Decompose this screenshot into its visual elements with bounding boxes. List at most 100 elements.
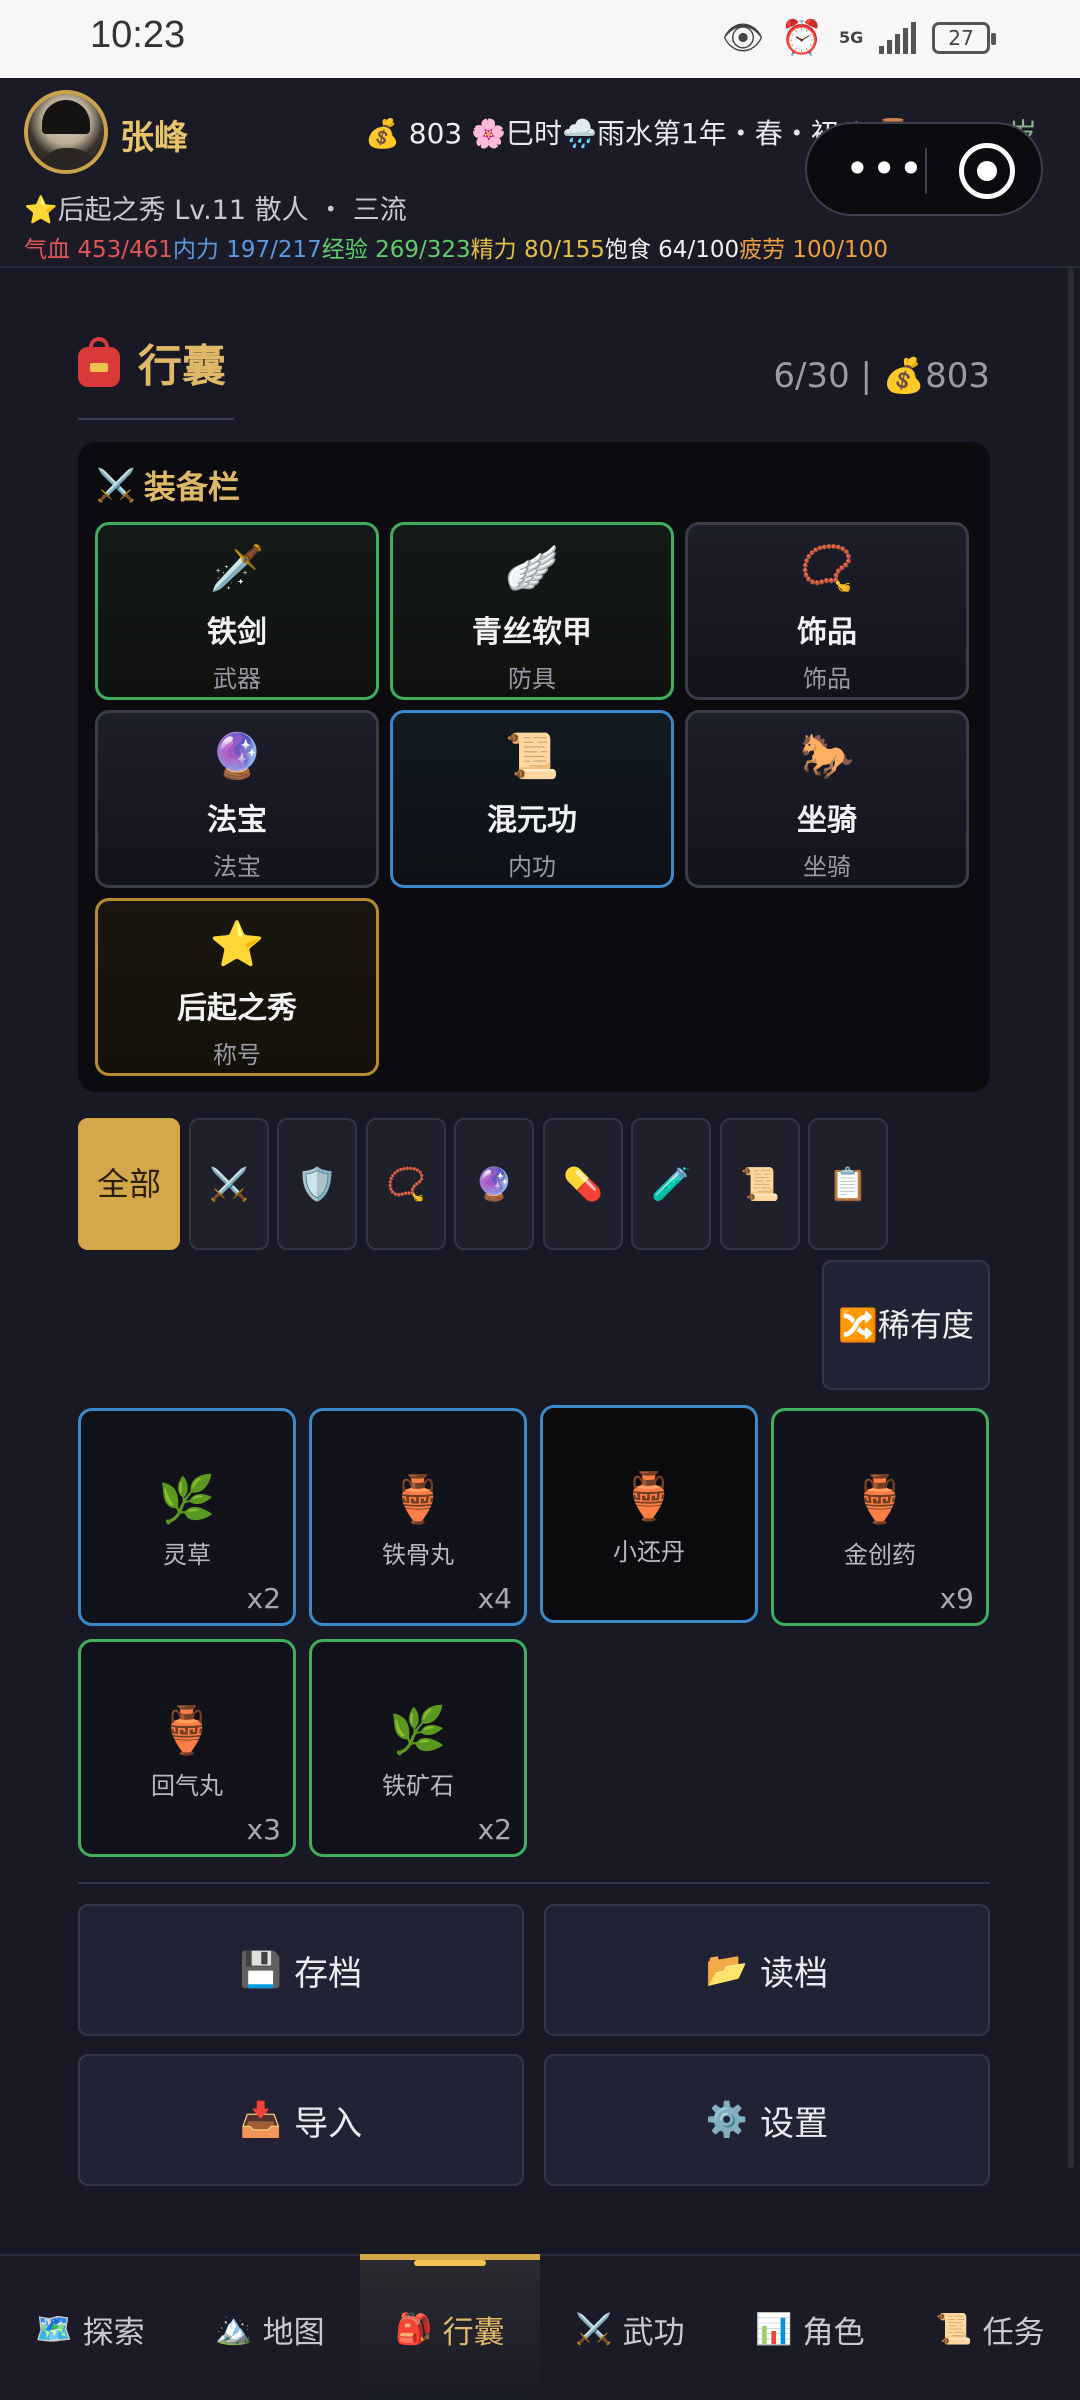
- stat-exp: 经验 269/323: [321, 237, 471, 263]
- scrollbar[interactable]: [1068, 268, 1074, 2168]
- star-icon: ⭐: [209, 919, 265, 970]
- scroll-icon: 📜: [935, 2311, 973, 2347]
- close-target-icon[interactable]: [959, 143, 1015, 199]
- equipment-title: ⚔️ 装备栏: [96, 466, 240, 506]
- equip-slot-title[interactable]: ⭐ 后起之秀 称号: [95, 898, 379, 1076]
- world-map-icon: 🗺️: [35, 2311, 73, 2347]
- potion-bottle-icon: 🏺: [158, 1703, 216, 1757]
- herb-icon: 🌿: [158, 1472, 216, 1526]
- item-qty: x4: [477, 1582, 512, 1615]
- filter-shield-icon[interactable]: 🛡️: [277, 1118, 357, 1250]
- bar-chart-icon: 📊: [755, 2311, 793, 2347]
- import-button[interactable]: 📥 导入: [78, 2054, 524, 2186]
- filter-scroll-icon[interactable]: 📜: [720, 1118, 800, 1250]
- stat-fatigue: 疲劳 100/100: [739, 237, 888, 263]
- crossed-swords-icon: ⚔️: [575, 2311, 613, 2347]
- item-qty: x2: [477, 1813, 512, 1846]
- potion-bottle-icon: 🏺: [389, 1472, 447, 1526]
- nav-martial-arts[interactable]: ⚔️ 武功: [540, 2256, 720, 2400]
- item-qty: x3: [246, 1813, 281, 1846]
- item-card[interactable]: 🏺 回气丸 x3: [78, 1639, 296, 1857]
- item-card[interactable]: 🌿 灵草 x2: [78, 1408, 296, 1626]
- nav-inventory[interactable]: 🎒 行囊: [360, 2254, 540, 2400]
- filter-pill-icon[interactable]: 💊: [543, 1118, 623, 1250]
- eye-icon: 👁: [721, 18, 765, 58]
- filter-all[interactable]: 全部: [78, 1118, 180, 1250]
- gear-icon: ⚙️: [705, 2100, 749, 2140]
- equip-slot-internal-art[interactable]: 📜 混元功 内功: [390, 710, 674, 888]
- system-status-bar: 10:23 👁 ⏰ 5G 27: [0, 0, 1080, 78]
- bead-necklace-icon: 📿: [799, 543, 855, 594]
- gold-amount: 803: [408, 117, 463, 150]
- scroll-icon: 📜: [504, 731, 560, 782]
- equip-slot-weapon[interactable]: 🗡️ 铁剑 武器: [95, 522, 379, 700]
- player-stats: 气血 453/461内力 197/217经验 269/323精力 80/155饱…: [24, 230, 888, 264]
- filter-accessory-icon[interactable]: 📿: [366, 1118, 446, 1250]
- item-qty: x2: [246, 1582, 281, 1615]
- bag-icon: [78, 337, 120, 387]
- bottom-nav: 🗺️ 探索 🏔️ 地图 🎒 行囊 ⚔️ 武功 📊 角色 📜 任务: [0, 2254, 1080, 2400]
- herb-icon: 🌿: [389, 1703, 447, 1757]
- item-name: 铁骨丸: [382, 1541, 454, 1569]
- item-name: 小还丹: [613, 1538, 685, 1566]
- nav-explore[interactable]: 🗺️ 探索: [0, 2256, 180, 2400]
- mountain-icon: 🏔️: [215, 2311, 253, 2347]
- clock: 10:23: [90, 14, 186, 56]
- player-header: 张峰 💰 803 🌸巳时🌧️雨水第1年・春・初八 ⌛14/100岁 ••• ⭐后…: [0, 78, 1080, 268]
- inventory-header: 行囊: [78, 330, 226, 394]
- signal-icon: [879, 22, 916, 54]
- item-card[interactable]: 🏺 铁骨丸 x4: [309, 1408, 527, 1626]
- network-type: 5G: [839, 28, 864, 47]
- title-underline: [78, 418, 234, 420]
- armor-icon: 🪽: [504, 543, 560, 594]
- nav-character[interactable]: 📊 角色: [720, 2256, 900, 2400]
- battery-icon: 27: [932, 22, 996, 54]
- nav-map[interactable]: 🏔️ 地图: [180, 2256, 360, 2400]
- stat-hp: 气血 453/461: [24, 237, 173, 263]
- equip-slot-armor[interactable]: 🪽 青丝软甲 防具: [390, 522, 674, 700]
- item-card[interactable]: 🌿 铁矿石 x2: [309, 1639, 527, 1857]
- filter-treasure-icon[interactable]: 🔮: [454, 1118, 534, 1250]
- stat-mp: 内力 197/217: [172, 237, 322, 263]
- inbox-tray-icon: 📥: [239, 2100, 283, 2140]
- potion-bottle-icon: 🏺: [620, 1469, 678, 1523]
- load-button[interactable]: 📂 读档: [544, 1904, 990, 2036]
- settings-button[interactable]: ⚙️ 设置: [544, 2054, 990, 2186]
- status-icons: 👁 ⏰ 5G 27: [721, 18, 996, 58]
- equip-slot-mount[interactable]: 🐎 坐骑 坐骑: [685, 710, 969, 888]
- equip-slot-accessory[interactable]: 📿 饰品 饰品: [685, 522, 969, 700]
- backpack-icon: 🎒: [395, 2311, 433, 2347]
- item-card[interactable]: 🏺 金创药 x9: [771, 1408, 989, 1626]
- miniprogram-capsule: •••: [805, 122, 1043, 216]
- item-qty: x9: [939, 1582, 974, 1615]
- item-card[interactable]: 🏺 小还丹: [540, 1405, 758, 1623]
- stat-energy: 精力 80/155: [470, 237, 605, 263]
- equip-slot-treasure[interactable]: 🔮 法宝 法宝: [95, 710, 379, 888]
- equipment-panel: ⚔️ 装备栏 🗡️ 铁剑 武器 🪽 青丝软甲 防具 📿 饰品 饰品 🔮 法宝 法…: [78, 442, 990, 1092]
- crossed-swords-icon: ⚔️: [96, 466, 136, 504]
- stat-satiety: 饱食 64/100: [604, 237, 740, 263]
- nav-quests[interactable]: 📜 任务: [900, 2256, 1080, 2400]
- sort-rarity-button[interactable]: 🔀稀有度: [822, 1260, 990, 1390]
- folder-icon: 📂: [705, 1950, 749, 1990]
- gold-icon: 💰: [365, 117, 400, 150]
- item-name: 金创药: [844, 1541, 916, 1569]
- capacity-gold: 6/30 | 💰803: [773, 356, 990, 396]
- section-divider: [78, 1882, 990, 1884]
- player-name: 张峰: [120, 118, 188, 158]
- crystal-ball-icon: 🔮: [209, 731, 265, 782]
- filter-potion-icon[interactable]: 🧪: [631, 1118, 711, 1250]
- item-name: 铁矿石: [382, 1772, 454, 1800]
- page-title: 行囊: [138, 341, 226, 392]
- item-name: 回气丸: [151, 1772, 223, 1800]
- sword-icon: 🗡️: [209, 543, 265, 594]
- filter-weapon-icon[interactable]: ⚔️: [189, 1118, 269, 1250]
- player-title-line: ⭐后起之秀 Lv.11 散人 ・ 三流: [24, 195, 407, 226]
- more-icon[interactable]: •••: [845, 146, 925, 192]
- potion-bottle-icon: 🏺: [851, 1472, 909, 1526]
- avatar[interactable]: [24, 90, 108, 174]
- capsule-divider: [925, 148, 927, 194]
- time-period: 🌸巳时: [471, 117, 563, 150]
- filter-clipboard-icon[interactable]: 📋: [808, 1118, 888, 1250]
- save-button[interactable]: 💾 存档: [78, 1904, 524, 2036]
